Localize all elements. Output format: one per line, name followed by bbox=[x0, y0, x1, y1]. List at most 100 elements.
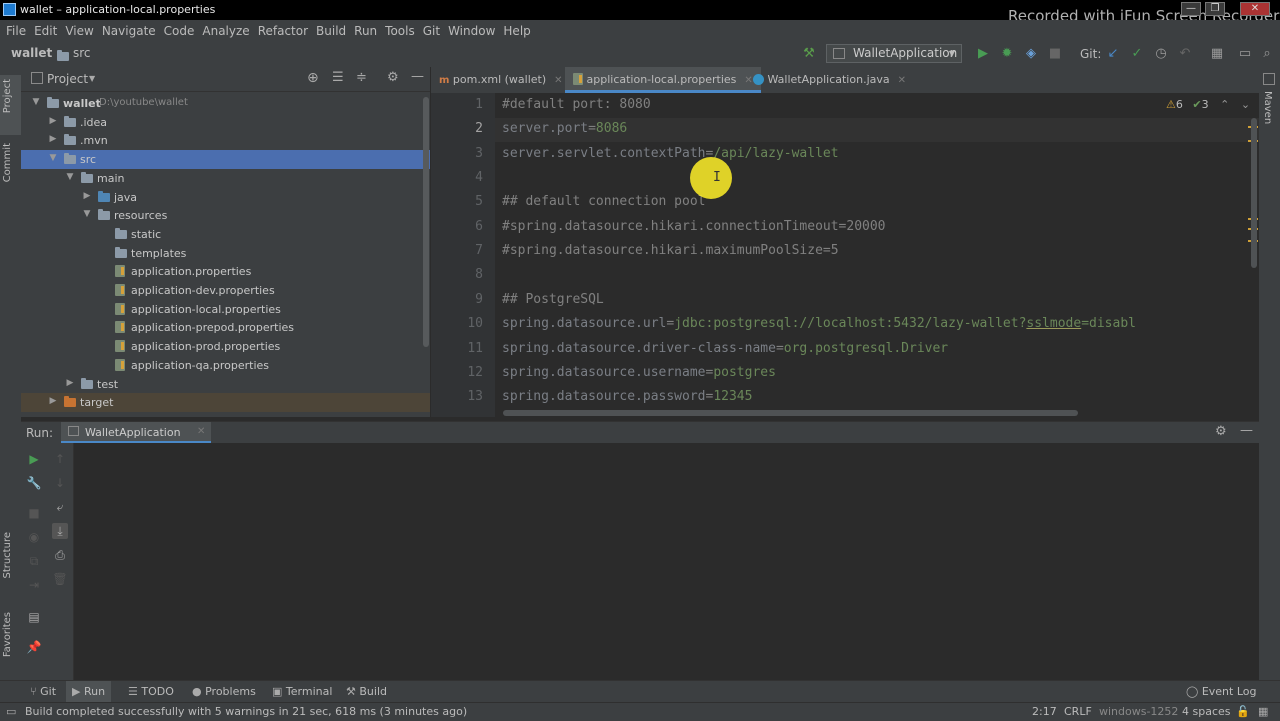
chevron-right-icon[interactable]: ▶ bbox=[82, 191, 92, 201]
minimize-button[interactable]: — bbox=[1181, 2, 1201, 16]
search-everywhere-icon[interactable]: ⌕ bbox=[1258, 45, 1276, 63]
favorites-tool-tab[interactable]: Favorites bbox=[2, 612, 13, 657]
chevron-right-icon[interactable]: ▶ bbox=[48, 134, 58, 144]
maven-tool-tab[interactable]: Maven bbox=[1262, 91, 1273, 124]
breadcrumb-folder[interactable]: src bbox=[73, 46, 91, 60]
structure-tool-tab[interactable]: Structure bbox=[2, 532, 13, 579]
rerun-icon[interactable]: ▶ bbox=[26, 451, 42, 467]
tree-item[interactable]: ▶ .idea bbox=[21, 113, 430, 132]
coverage-icon[interactable]: ◈ bbox=[1022, 45, 1040, 63]
tree-item[interactable]: ▼ src bbox=[21, 150, 430, 170]
tree-item[interactable]: application-prod.properties bbox=[21, 337, 430, 356]
problems-tool-button[interactable]: ● Problems bbox=[192, 685, 256, 698]
project-structure-icon[interactable]: ▦ bbox=[1208, 45, 1226, 63]
build-tool-button[interactable]: ⚒ Build bbox=[346, 685, 387, 698]
tree-item[interactable]: static bbox=[21, 225, 430, 244]
tree-item[interactable]: ▶ test bbox=[21, 375, 430, 394]
scroll-to-end-icon[interactable]: ⤓ bbox=[52, 523, 68, 539]
git-rollback-icon[interactable]: ↶ bbox=[1176, 45, 1194, 63]
pin-icon[interactable]: 📌 bbox=[26, 639, 42, 655]
tree-item[interactable]: ▼ resources bbox=[21, 206, 430, 225]
chevron-down-icon[interactable]: ▼ bbox=[48, 153, 58, 163]
project-tool-tab[interactable]: Project bbox=[2, 79, 13, 113]
editor-vertical-scrollbar[interactable] bbox=[1251, 118, 1257, 268]
gear-icon[interactable]: ⚙ bbox=[387, 70, 399, 85]
tree-item[interactable]: application-qa.properties bbox=[21, 356, 430, 375]
git-update-icon[interactable]: ↙ bbox=[1104, 45, 1122, 63]
tree-item[interactable]: ▶ .mvn bbox=[21, 131, 430, 150]
chevron-down-icon[interactable]: ▼ bbox=[31, 97, 41, 107]
memory-icon[interactable]: ▦ bbox=[1258, 705, 1268, 718]
tree-item[interactable]: ▼ wallet D:\youtube\wallet bbox=[21, 94, 430, 113]
chevron-down-icon[interactable]: ⌄ bbox=[1241, 98, 1250, 111]
status-message[interactable]: Build completed successfully with 5 warn… bbox=[25, 705, 467, 718]
menu-file[interactable]: File bbox=[6, 24, 26, 38]
chevron-right-icon[interactable]: ▶ bbox=[65, 378, 75, 388]
menu-git[interactable]: Git bbox=[423, 24, 440, 38]
hide-panel-icon[interactable]: — bbox=[1240, 423, 1253, 438]
tree-item[interactable]: ▶ target bbox=[21, 393, 430, 413]
run-tab[interactable]: WalletApplication ✕ bbox=[61, 422, 211, 444]
line-separator[interactable]: CRLF bbox=[1064, 705, 1092, 718]
trash-icon[interactable]: 🗑 bbox=[52, 571, 68, 587]
soft-wrap-icon[interactable]: ⤶ bbox=[52, 499, 68, 515]
gear-icon[interactable]: ⚙ bbox=[1215, 424, 1227, 439]
menu-analyze[interactable]: Analyze bbox=[202, 24, 249, 38]
close-icon[interactable]: ✕ bbox=[744, 75, 752, 86]
chevron-down-icon[interactable]: ▼ bbox=[89, 74, 95, 83]
close-icon[interactable]: ✕ bbox=[554, 75, 562, 86]
run-configuration-select[interactable]: WalletApplication bbox=[826, 44, 962, 63]
tree-item[interactable]: ▼ main bbox=[21, 169, 430, 188]
presentation-icon[interactable]: ▭ bbox=[1236, 45, 1254, 63]
menu-edit[interactable]: Edit bbox=[34, 24, 57, 38]
camera-icon[interactable]: ◉ bbox=[26, 529, 42, 545]
editor-horizontal-scrollbar[interactable] bbox=[503, 410, 1078, 416]
print-icon[interactable]: ⎙ bbox=[52, 547, 68, 563]
tab-application-local-properties[interactable]: application-local.properties ✕ bbox=[565, 67, 761, 93]
menu-run[interactable]: Run bbox=[354, 24, 377, 38]
project-scrollbar[interactable] bbox=[423, 97, 429, 347]
indent-setting[interactable]: 4 spaces bbox=[1182, 705, 1231, 718]
inspection-widget[interactable]: ⚠6 ✔3 ⌃ ⌄ bbox=[1166, 98, 1250, 111]
close-icon[interactable]: ✕ bbox=[898, 75, 906, 86]
terminal-tool-button[interactable]: ▣ Terminal bbox=[272, 685, 332, 698]
menu-view[interactable]: View bbox=[65, 24, 93, 38]
build-hammer-icon[interactable]: ⚒ bbox=[800, 45, 818, 63]
dump-threads-icon[interactable]: ⧉ bbox=[26, 553, 42, 569]
tab-pom-xml[interactable]: m pom.xml (wallet) ✕ bbox=[439, 67, 563, 93]
breadcrumb-project[interactable]: wallet bbox=[11, 46, 52, 60]
menu-tools[interactable]: Tools bbox=[385, 24, 415, 38]
stop-icon[interactable]: ■ bbox=[1046, 45, 1064, 63]
commit-tool-tab[interactable]: Commit bbox=[2, 143, 13, 182]
caret-position[interactable]: 2:17 bbox=[1032, 705, 1057, 718]
maximize-button[interactable]: ❐ bbox=[1205, 2, 1225, 16]
code-editor[interactable]: #default port: 8080 server.port=8086 serve… bbox=[495, 93, 1259, 417]
tree-item[interactable]: application-dev.properties bbox=[21, 281, 430, 300]
chevron-right-icon[interactable]: ▶ bbox=[48, 396, 58, 406]
git-history-icon[interactable]: ◷ bbox=[1152, 45, 1170, 63]
expand-all-icon[interactable]: ☰ bbox=[332, 70, 344, 85]
menu-help[interactable]: Help bbox=[503, 24, 530, 38]
tree-item[interactable]: application-prepod.properties bbox=[21, 318, 430, 337]
wrench-icon[interactable]: 🔧 bbox=[26, 475, 42, 491]
locate-icon[interactable]: ⊕ bbox=[307, 70, 319, 86]
tree-item[interactable]: ▶ java bbox=[21, 188, 430, 207]
collapse-all-icon[interactable]: ≑ bbox=[356, 70, 367, 85]
menu-build[interactable]: Build bbox=[316, 24, 346, 38]
todo-tool-button[interactable]: ☰ TODO bbox=[128, 685, 174, 698]
run-tool-button[interactable]: ▶ Run bbox=[66, 681, 112, 703]
close-icon[interactable]: ✕ bbox=[197, 426, 205, 437]
file-encoding[interactable]: windows-1252 bbox=[1099, 705, 1178, 718]
tree-item[interactable]: application.properties bbox=[21, 262, 430, 281]
run-console[interactable] bbox=[21, 443, 1259, 680]
chevron-right-icon[interactable]: ▶ bbox=[48, 116, 58, 126]
chevron-down-icon[interactable]: ▼ bbox=[65, 172, 75, 182]
menu-navigate[interactable]: Navigate bbox=[102, 24, 156, 38]
menu-refactor[interactable]: Refactor bbox=[258, 24, 308, 38]
tab-wallet-application-java[interactable]: WalletApplication.java ✕ bbox=[753, 67, 906, 93]
layout-icon[interactable]: ▤ bbox=[26, 609, 42, 625]
git-tool-button[interactable]: ⑂ Git bbox=[30, 685, 56, 698]
event-log-tool-button[interactable]: ◯ Event Log bbox=[1186, 685, 1256, 698]
menu-code[interactable]: Code bbox=[164, 24, 195, 38]
menu-window[interactable]: Window bbox=[448, 24, 495, 38]
